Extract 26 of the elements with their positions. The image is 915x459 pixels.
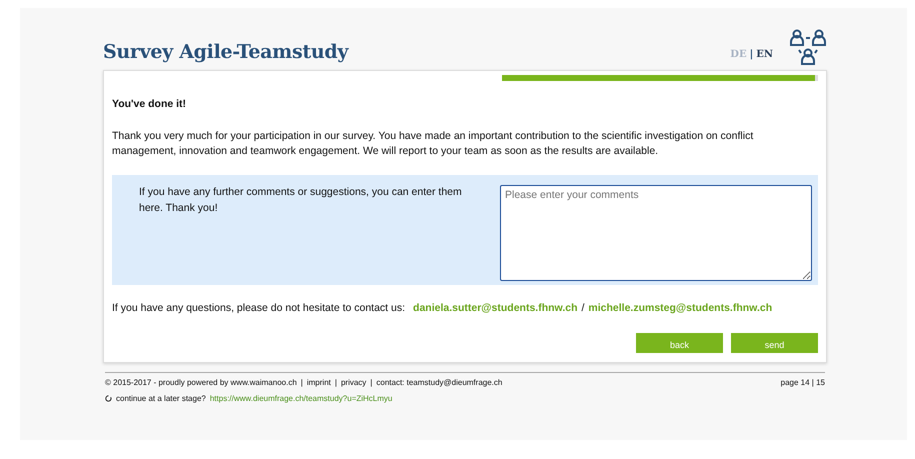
language-link[interactable]: EN — [756, 49, 773, 60]
separator: | — [300, 376, 303, 389]
resume-text: continue at a later stage? — [116, 392, 206, 405]
footer-link[interactable]: imprint — [306, 376, 331, 389]
team-icon — [789, 28, 827, 66]
resume-link[interactable]: https://www.dieumfrage.ch/teamstudy?u=ZiHcLmyu — [210, 392, 392, 405]
email-link[interactable]: daniela.sutter@students.fhnw.ch — [413, 301, 578, 317]
heading: You've done it! — [112, 97, 188, 112]
language-separator: | — [750, 49, 754, 60]
comment-prompt: If you have any further comments or suggestions, you can enter them here. Thank you! — [139, 185, 463, 216]
email-link[interactable]: michelle.zumsteg@students.fhnw.ch — [588, 301, 772, 317]
refresh-icon — [105, 395, 112, 402]
comment-field[interactable]: Please enter your comments — [500, 185, 812, 282]
separator: | — [370, 376, 372, 389]
message-text: Thank you very much for your participation in our survey. You have made an important contribution to the scientific investigation on conflict management, innovation and teamwork engagement. We will report to your team as soon as the results are available. — [112, 128, 754, 159]
copyright-text: © 2015-2017 - proudly powered by www.waimanoo.ch — [105, 376, 297, 389]
separator: | — [334, 376, 337, 389]
contact-text: If you have any questions, please do not hesitate to contact us: — [112, 301, 406, 316]
page-indicator: page 14 | 15 — [780, 376, 825, 389]
language-link[interactable]: DE — [730, 49, 747, 60]
contact-text: contact: teamstudy@dieumfrage.ch — [376, 376, 502, 389]
nav-button[interactable]: back — [636, 332, 723, 353]
separator: / — [581, 301, 584, 316]
site-title: Survey Agile-Teamstudy — [103, 40, 348, 64]
footer-link[interactable]: privacy — [340, 376, 366, 389]
send-button[interactable]: send — [731, 332, 818, 353]
